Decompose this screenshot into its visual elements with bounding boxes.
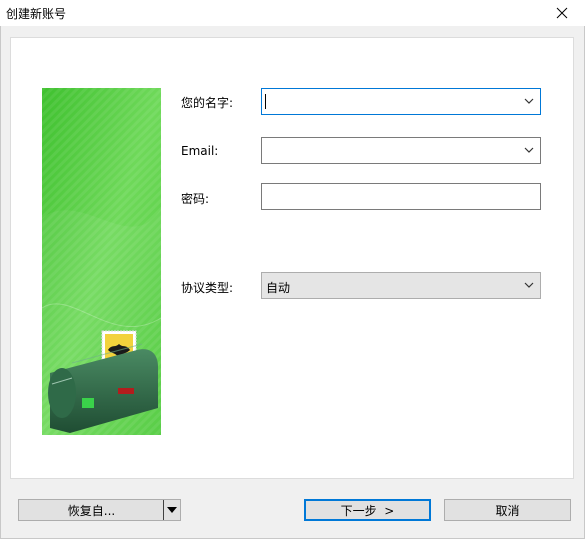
password-field[interactable] (261, 183, 541, 210)
protocol-select[interactable]: 自动 (261, 272, 541, 299)
email-label: Email: (181, 144, 219, 158)
chevron-down-icon[interactable] (522, 278, 536, 292)
chevron-down-icon[interactable] (522, 143, 536, 157)
wizard-banner-image (42, 88, 161, 435)
triangle-down-icon (167, 507, 177, 513)
chevron-down-icon[interactable] (522, 94, 536, 108)
split-dropdown-arrow[interactable] (163, 500, 180, 520)
name-combobox[interactable] (261, 88, 541, 115)
password-label: 密码: (181, 192, 210, 206)
close-icon (556, 7, 568, 19)
text-cursor (265, 94, 266, 109)
next-button-label: 下一步 > (340, 503, 395, 518)
protocol-label: 协议类型: (181, 281, 234, 295)
cancel-button[interactable]: 取消 (444, 499, 571, 521)
protocol-value: 自动 (266, 281, 291, 295)
title-bar[interactable]: 创建新账号 (0, 0, 585, 26)
restore-from-split-button[interactable]: 恢复自... (18, 499, 181, 521)
close-button[interactable] (539, 0, 585, 26)
name-label: 您的名字: (181, 96, 234, 110)
restore-button-label: 恢复自... (67, 503, 116, 518)
window-title: 创建新账号 (6, 7, 67, 21)
cancel-button-label: 取消 (495, 503, 520, 518)
email-combobox[interactable] (261, 137, 541, 164)
next-button[interactable]: 下一步 > (304, 499, 431, 521)
